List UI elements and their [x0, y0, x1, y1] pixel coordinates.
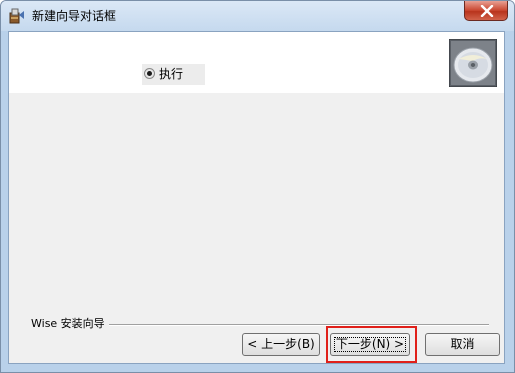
highlight-box [326, 326, 417, 363]
window-title: 新建向导对话框 [32, 9, 117, 23]
cancel-button[interactable]: 取消 [425, 333, 500, 356]
close-button[interactable] [464, 1, 508, 21]
back-button[interactable]: < 上一步(B) [242, 333, 320, 356]
radio-option-execute[interactable]: 执行 [142, 64, 205, 85]
dialog-client-area: 执行 Wise 安装向导 < 上一步(B) 下一步(N) > 取消 [8, 31, 505, 364]
title-bar[interactable]: 新建向导对话框 [1, 1, 514, 31]
cd-disc-icon [448, 38, 498, 88]
header-band: 执行 [9, 32, 504, 93]
close-icon [480, 5, 494, 17]
radio-button[interactable] [144, 68, 155, 79]
wizard-dialog-window: 新建向导对话框 执行 Wise 安装向导 < 上一步(B) 下一步(N) > 取… [0, 0, 515, 373]
group-label: Wise 安装向导 [31, 317, 109, 331]
wizard-icon [8, 7, 26, 25]
radio-option-label: 执行 [159, 67, 184, 81]
